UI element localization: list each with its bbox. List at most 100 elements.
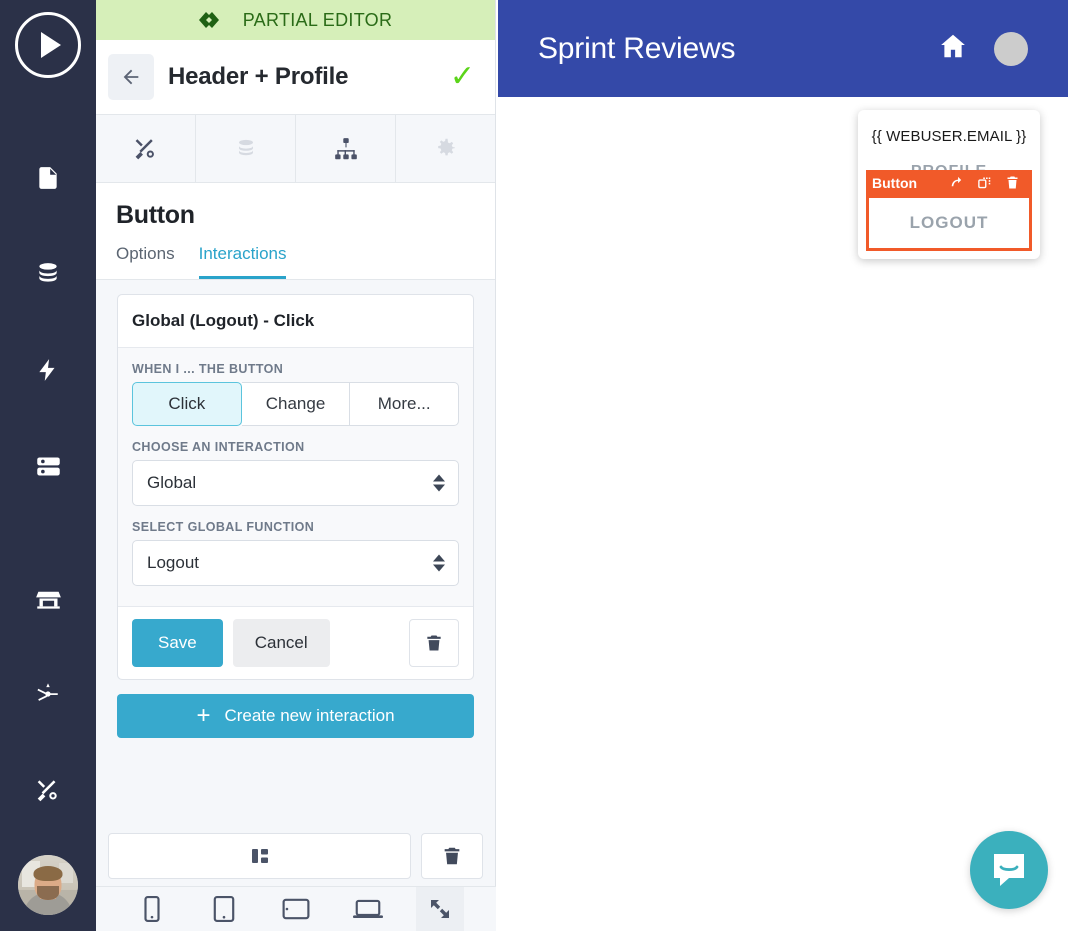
mobile-icon bbox=[144, 896, 160, 922]
function-select-wrap: Logout bbox=[132, 540, 459, 586]
trigger-change-button[interactable]: Change bbox=[241, 382, 351, 426]
trash-icon bbox=[1007, 176, 1017, 189]
gear-icon bbox=[438, 138, 455, 156]
avatar-beard bbox=[37, 886, 59, 900]
play-triangle bbox=[41, 32, 61, 58]
layout-columns-icon bbox=[251, 849, 268, 863]
rail-item-list bbox=[0, 130, 96, 838]
play-circle-icon[interactable] bbox=[15, 12, 81, 78]
interaction-select-label: CHOOSE AN INTERACTION bbox=[132, 440, 305, 454]
preview-app-bar: Sprint Reviews bbox=[498, 0, 1068, 97]
trigger-more-button[interactable]: More... bbox=[350, 382, 460, 426]
sidebar-item-actions[interactable] bbox=[0, 322, 96, 418]
interaction-select[interactable]: Global bbox=[132, 460, 459, 506]
trigger-label: WHEN I ... THE BUTTON bbox=[132, 362, 284, 376]
interaction-card-title: Global (Logout) - Click bbox=[118, 295, 473, 348]
share-icon bbox=[37, 683, 58, 701]
move-button[interactable] bbox=[942, 175, 970, 190]
app-root: PARTIAL EDITOR Header + Profile ✓ Button… bbox=[0, 0, 1070, 931]
function-select-label: SELECT GLOBAL FUNCTION bbox=[132, 520, 315, 534]
device-laptop-button[interactable] bbox=[344, 887, 392, 931]
component-header: Button Options Interactions bbox=[96, 183, 495, 280]
selected-component-wrapper: Button LOGOUT bbox=[866, 170, 1032, 251]
chat-bubble-icon bbox=[994, 854, 1024, 886]
tab-structure[interactable] bbox=[296, 115, 396, 182]
sidebar-item-pages[interactable] bbox=[0, 130, 96, 226]
selection-badge: Button bbox=[866, 170, 1032, 195]
tab-options[interactable]: Options bbox=[116, 244, 175, 279]
partial-editor-label: PARTIAL EDITOR bbox=[242, 9, 393, 30]
expand-icon bbox=[431, 900, 449, 918]
editor-icon-tabs bbox=[96, 115, 495, 183]
device-mobile-button[interactable] bbox=[128, 887, 176, 931]
back-button[interactable] bbox=[108, 54, 154, 100]
editor-title-bar: Header + Profile ✓ bbox=[96, 40, 495, 115]
trash-icon bbox=[427, 635, 441, 651]
move-arrow-icon bbox=[951, 176, 961, 187]
page-icon bbox=[39, 167, 57, 189]
chat-launcher-button[interactable] bbox=[970, 831, 1048, 909]
app-title: Sprint Reviews bbox=[538, 31, 736, 65]
storefront-icon bbox=[35, 591, 61, 609]
profile-popup: {{ WEBUSER.EMAIL }} PROFILE Button LOGOU… bbox=[858, 110, 1040, 259]
tools-icon bbox=[135, 138, 154, 159]
delete-button[interactable] bbox=[998, 175, 1026, 190]
duplicate-button[interactable] bbox=[970, 175, 998, 190]
trigger-segmented-control: Click Change More... bbox=[132, 382, 460, 426]
check-icon: ✓ bbox=[449, 60, 475, 93]
delete-interaction-button[interactable] bbox=[409, 619, 459, 667]
left-nav-rail bbox=[0, 0, 96, 931]
partial-diamond-icon bbox=[198, 12, 219, 28]
device-tablet-portrait-button[interactable] bbox=[200, 887, 248, 931]
interaction-card: Global (Logout) - Click WHEN I ... THE B… bbox=[117, 294, 474, 680]
app-bar-avatar[interactable] bbox=[994, 31, 1028, 66]
tablet-portrait-icon bbox=[213, 896, 235, 922]
plus-icon: + bbox=[196, 702, 211, 729]
trash-icon bbox=[444, 847, 460, 865]
sidebar-item-integrations[interactable] bbox=[0, 646, 96, 742]
database-icon bbox=[39, 263, 57, 282]
trigger-click-button[interactable]: Click bbox=[132, 382, 242, 426]
tools-icon bbox=[37, 779, 57, 801]
tab-data[interactable] bbox=[196, 115, 296, 182]
avatar-hair bbox=[33, 866, 63, 881]
arrow-left-icon bbox=[123, 69, 139, 85]
duplicate-icon bbox=[977, 177, 990, 189]
global-function-select[interactable]: Logout bbox=[132, 540, 459, 586]
sitemap-icon bbox=[334, 137, 357, 159]
partial-editor-banner: PARTIAL EDITOR bbox=[96, 0, 495, 40]
interaction-card-body: WHEN I ... THE BUTTON Click Change More.… bbox=[118, 348, 473, 606]
logout-button[interactable]: LOGOUT bbox=[866, 195, 1032, 251]
tab-settings[interactable] bbox=[396, 115, 495, 182]
device-preview-bar bbox=[96, 886, 496, 931]
cancel-button[interactable]: Cancel bbox=[232, 619, 330, 667]
create-interaction-label: Create new interaction bbox=[224, 706, 395, 725]
sidebar-item-settings[interactable] bbox=[0, 742, 96, 838]
layout-button[interactable] bbox=[108, 833, 411, 879]
sidebar-item-marketplace[interactable] bbox=[0, 550, 96, 646]
device-fullscreen-button[interactable] bbox=[416, 886, 464, 931]
webuser-email-text: {{ WEBUSER.EMAIL }} bbox=[871, 128, 1027, 145]
avatar[interactable] bbox=[18, 855, 78, 915]
device-tablet-landscape-button[interactable] bbox=[272, 887, 320, 931]
save-button[interactable]: Save bbox=[132, 619, 223, 667]
database-icon bbox=[238, 139, 253, 155]
home-icon[interactable] bbox=[938, 31, 968, 66]
preview-canvas: Sprint Reviews {{ WEBUSER.EMAIL }} PROFI… bbox=[496, 0, 1070, 931]
component-footer-actions bbox=[108, 833, 483, 879]
tab-interactions[interactable]: Interactions bbox=[198, 244, 287, 279]
tab-build[interactable] bbox=[96, 115, 196, 182]
interaction-select-wrap: Global bbox=[132, 460, 459, 506]
tablet-landscape-icon bbox=[282, 898, 310, 920]
page-title: Header + Profile bbox=[168, 63, 349, 90]
delete-component-button[interactable] bbox=[421, 833, 483, 879]
component-name: Button bbox=[116, 201, 195, 229]
component-sub-tabs: Options Interactions bbox=[96, 230, 495, 280]
sidebar-item-data[interactable] bbox=[0, 226, 96, 322]
selection-name: Button bbox=[872, 174, 918, 191]
app-bar-icons bbox=[938, 31, 1028, 66]
create-interaction-button[interactable]: + Create new interaction bbox=[117, 694, 474, 738]
editor-panel: PARTIAL EDITOR Header + Profile ✓ Button… bbox=[96, 0, 496, 931]
interaction-card-actions: Save Cancel bbox=[118, 606, 473, 679]
sidebar-item-servers[interactable] bbox=[0, 418, 96, 514]
